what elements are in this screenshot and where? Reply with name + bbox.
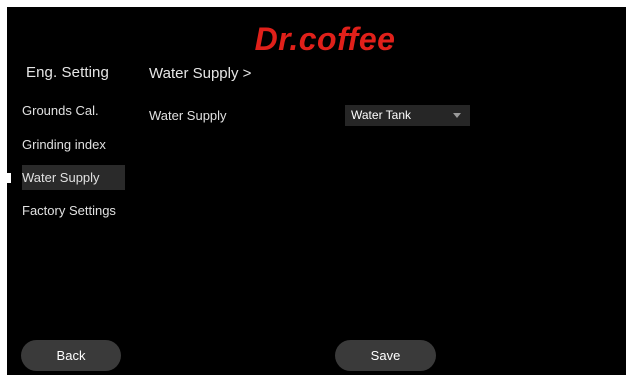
sidebar-item-grinding-index[interactable]: Grinding index	[22, 132, 125, 157]
sidebar-item-label: Grounds Cal.	[22, 103, 99, 118]
water-supply-value: Water Tank	[351, 108, 412, 122]
sidebar-title: Eng. Setting	[26, 64, 109, 81]
sidebar-item-label: Grinding index	[22, 137, 106, 152]
back-button[interactable]: Back	[21, 340, 121, 371]
selection-indicator	[7, 173, 11, 183]
sidebar-item-factory-settings[interactable]: Factory Settings	[22, 198, 140, 223]
logo-text: Dr.coffee	[255, 21, 396, 57]
save-button[interactable]: Save	[335, 340, 436, 371]
water-supply-label: Water Supply	[149, 108, 227, 123]
drcoffee-logo: Dr.coffee	[239, 19, 411, 59]
sidebar-item-label: Water Supply	[22, 170, 100, 185]
sidebar-item-water-supply[interactable]: Water Supply	[22, 165, 125, 190]
app-screen: Dr.coffee Eng. Setting Grounds Cal. Grin…	[7, 7, 626, 375]
water-supply-select[interactable]: Water Tank	[345, 105, 470, 126]
sidebar-item-grounds-cal[interactable]: Grounds Cal.	[22, 98, 125, 123]
sidebar-item-label: Factory Settings	[22, 203, 116, 218]
breadcrumb: Water Supply >	[149, 65, 252, 82]
chevron-down-icon	[453, 113, 461, 118]
